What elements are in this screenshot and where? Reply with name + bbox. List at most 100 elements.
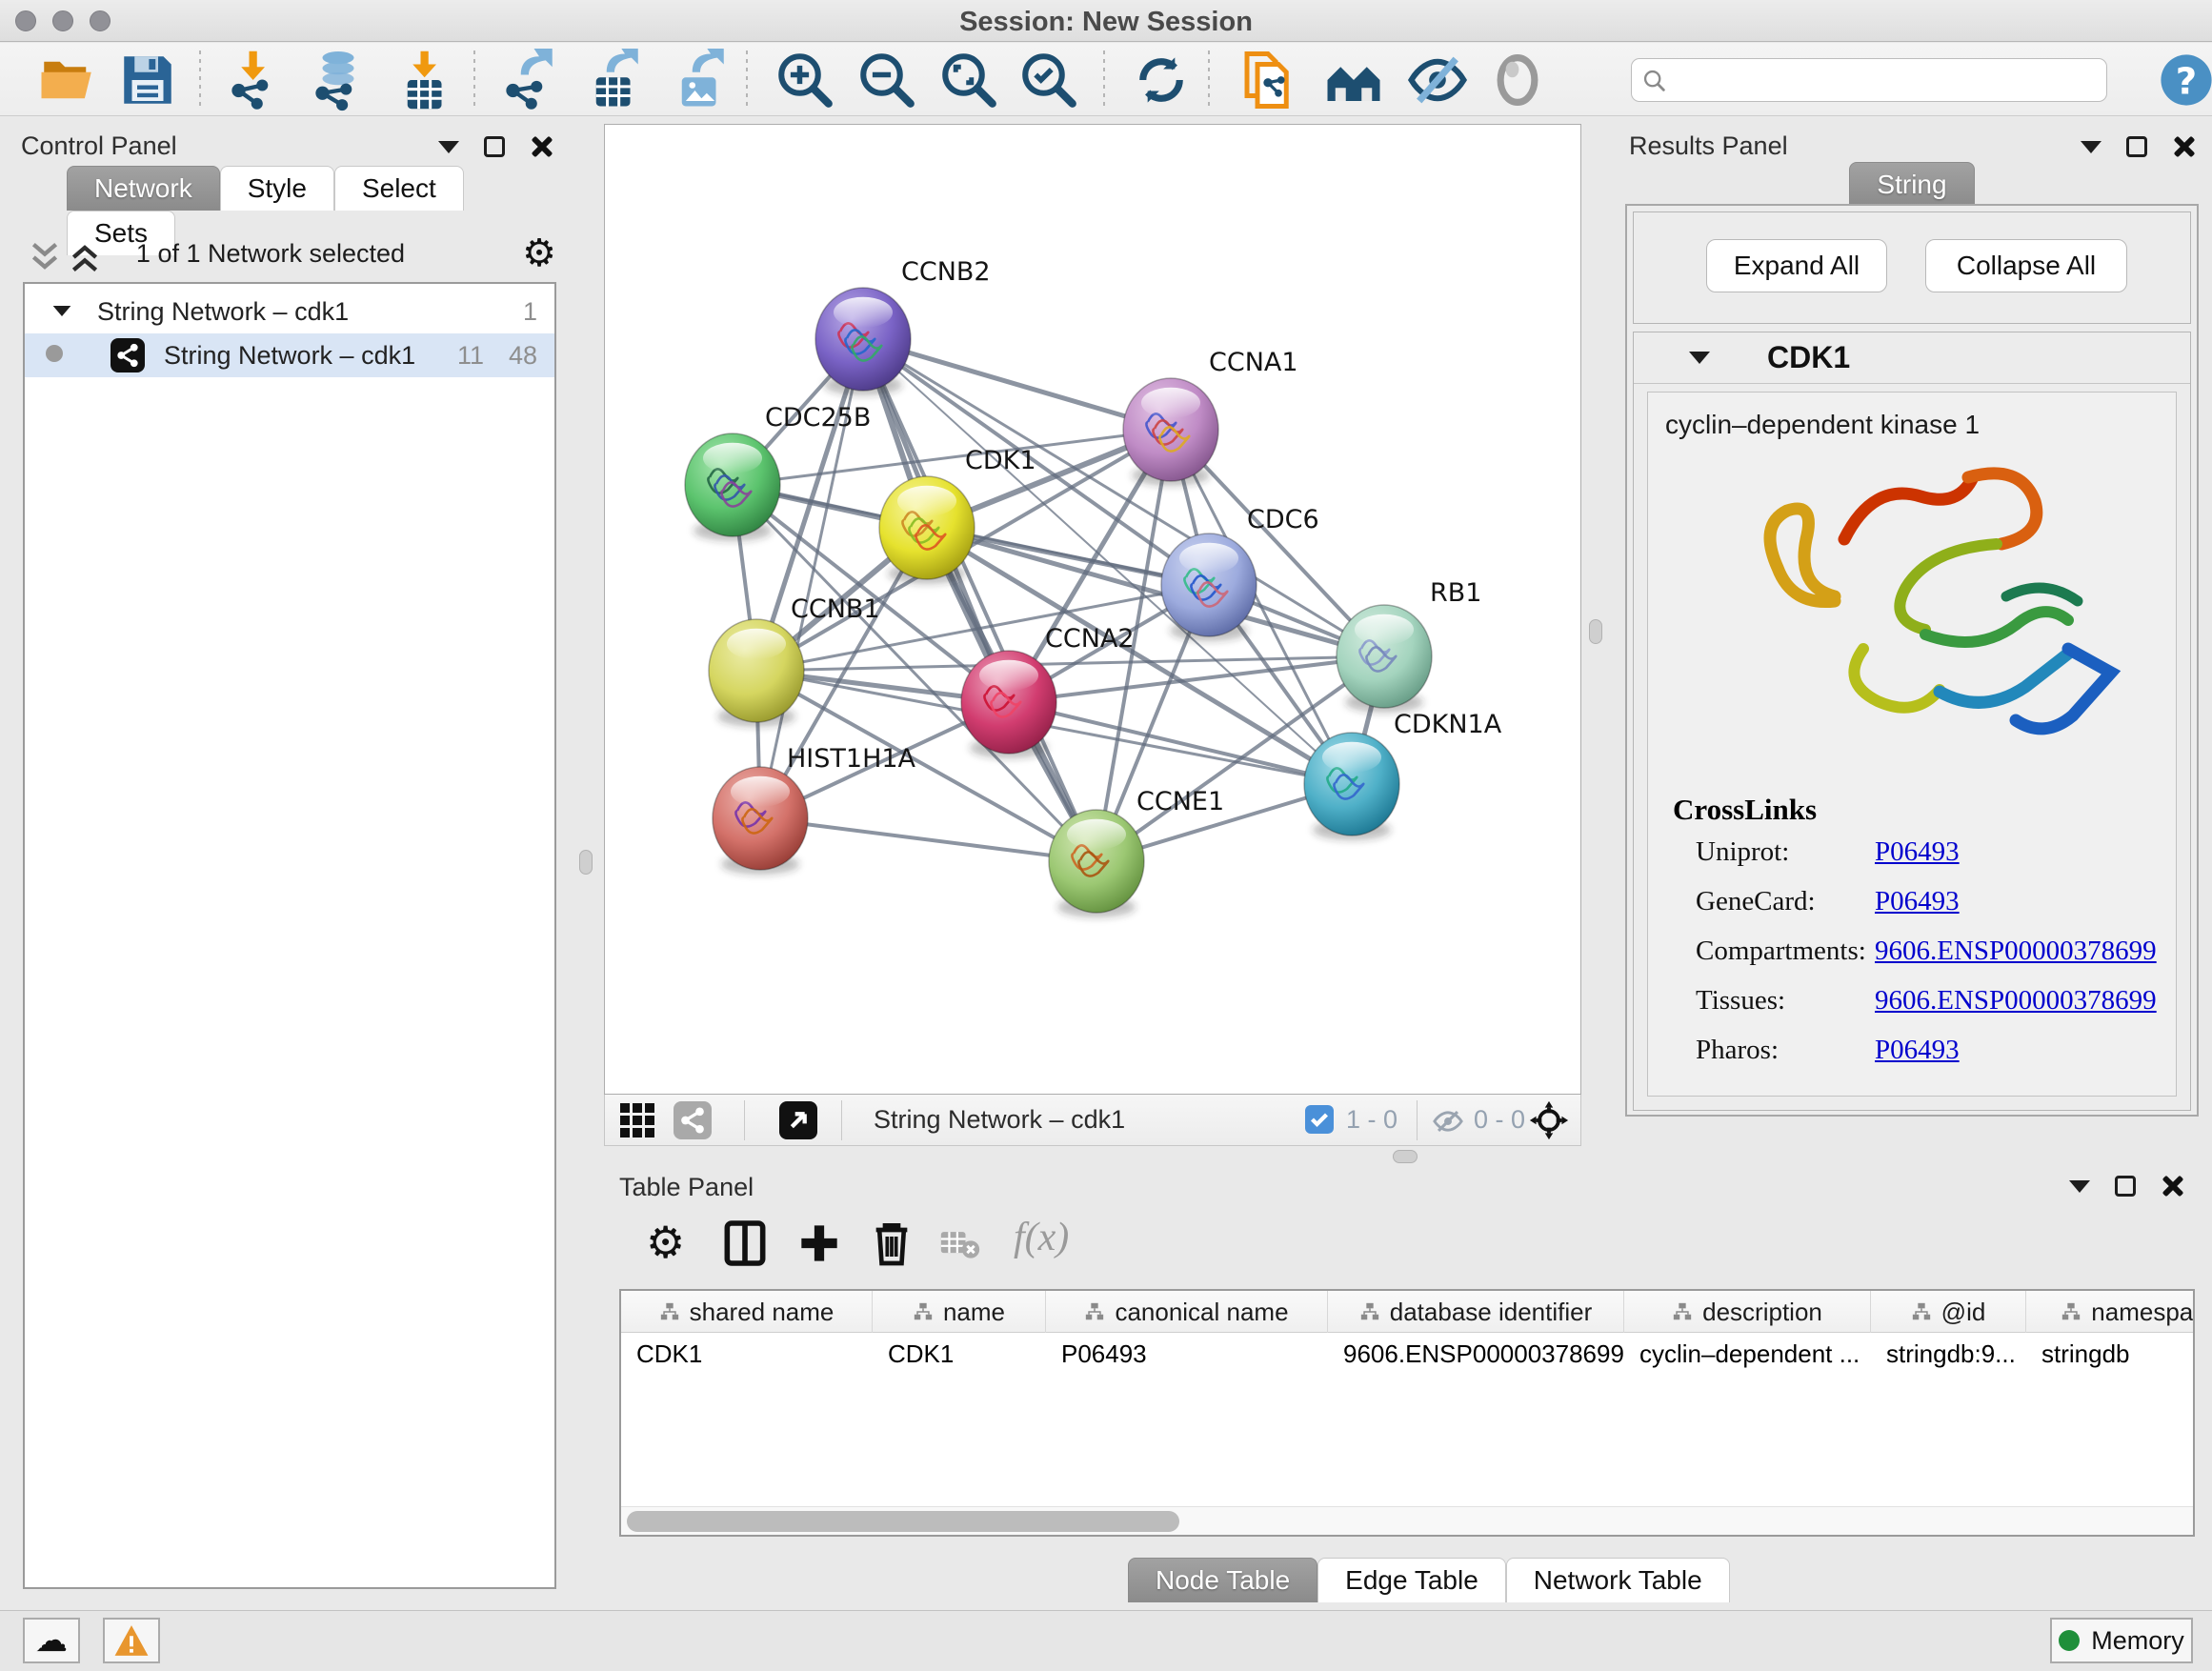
selected-checkbox-icon[interactable]: [1305, 1105, 1334, 1134]
delete-column-icon[interactable]: [865, 1217, 918, 1270]
tab-string[interactable]: String: [1849, 162, 1974, 207]
network-collection-row[interactable]: String Network – cdk1 1: [25, 290, 554, 333]
crosslink-label: Tissues:: [1696, 985, 1785, 1017]
cell[interactable]: CDK1: [621, 1333, 873, 1375]
search-icon: [1641, 68, 1668, 94]
save-session-icon[interactable]: [116, 49, 179, 111]
table-h-scrollbar[interactable]: [621, 1506, 2193, 1535]
network-node-CCNA1[interactable]: CCNA1: [1123, 348, 1298, 486]
bottom-splitter-handle[interactable]: [1393, 1150, 1418, 1163]
show-all-icon[interactable]: [1486, 49, 1549, 111]
cell[interactable]: stringdb:9...: [1871, 1333, 2026, 1375]
export-network-icon[interactable]: [497, 49, 560, 111]
column-header-databaseidentifier[interactable]: database identifier: [1328, 1291, 1624, 1333]
tab-edge-table[interactable]: Edge Table: [1317, 1558, 1506, 1602]
import-table-file-icon[interactable]: [394, 49, 457, 111]
zoom-out-icon[interactable]: [855, 49, 918, 111]
svg-text:CDK1: CDK1: [965, 446, 1036, 475]
column-header-canonicalname[interactable]: canonical name: [1046, 1291, 1328, 1333]
cell[interactable]: 9606.ENSP00000378699: [1328, 1333, 1624, 1375]
table-panel-menu-icon[interactable]: [2069, 1180, 2090, 1193]
birdseye-view-icon[interactable]: [779, 1101, 817, 1139]
first-neighbors-icon[interactable]: [1322, 49, 1385, 111]
column-header-namespace[interactable]: namespace: [2026, 1291, 2195, 1333]
cell[interactable]: CDK1: [873, 1333, 1046, 1375]
add-column-icon[interactable]: [793, 1217, 846, 1270]
search-input[interactable]: [1676, 61, 2095, 99]
import-network-file-icon[interactable]: [223, 49, 286, 111]
tab-network[interactable]: Network: [67, 166, 220, 211]
cell[interactable]: cyclin–dependent ...: [1624, 1333, 1871, 1375]
svg-text:CCNE1: CCNE1: [1136, 787, 1224, 816]
control-panel-menu-icon[interactable]: [438, 141, 459, 153]
table-options-gear-icon[interactable]: ⚙: [646, 1220, 685, 1264]
network-node-CCNB1[interactable]: CCNB1: [709, 594, 880, 727]
zoom-in-icon[interactable]: [774, 49, 836, 111]
network-node-CCNE1[interactable]: CCNE1: [1049, 787, 1224, 917]
column-header-id[interactable]: @id: [1871, 1291, 2026, 1333]
table-panel-close-icon[interactable]: [2161, 1175, 2183, 1198]
help-icon[interactable]: ?: [2159, 52, 2212, 115]
window-title: Session: New Session: [0, 7, 2212, 38]
hide-selected-icon[interactable]: [1406, 49, 1469, 111]
view-grid-icon[interactable]: [620, 1103, 654, 1137]
crosslink-value-link[interactable]: P06493: [1875, 836, 1960, 868]
network-node-HIST1H1A[interactable]: HIST1H1A: [713, 744, 916, 875]
column-header-sharedname[interactable]: shared name: [621, 1291, 873, 1333]
export-image-icon[interactable]: [669, 49, 732, 111]
network-node-RB1[interactable]: RB1: [1337, 578, 1481, 713]
network-current-dot: [46, 345, 63, 362]
cell[interactable]: stringdb: [2026, 1333, 2195, 1375]
crosslink-label: GeneCard:: [1696, 886, 1816, 917]
tab-style[interactable]: Style: [220, 166, 334, 211]
collection-expand-icon[interactable]: [53, 306, 71, 316]
table-row[interactable]: CDK1CDK1P064939606.ENSP00000378699cyclin…: [621, 1333, 2195, 1375]
column-header-description[interactable]: description: [1624, 1291, 1871, 1333]
crosslink-value-link[interactable]: P06493: [1875, 886, 1960, 917]
zoom-selected-icon[interactable]: [1017, 49, 1080, 111]
gene-section-header[interactable]: CDK1: [1634, 332, 2190, 384]
cloud-status-button[interactable]: ☁: [23, 1618, 80, 1663]
crosslink-value-link[interactable]: 9606.ENSP00000378699: [1875, 936, 2157, 967]
import-network-database-icon[interactable]: [307, 49, 370, 111]
crosslink-value-link[interactable]: 9606.ENSP00000378699: [1875, 985, 2157, 1017]
scrollbar-thumb[interactable]: [627, 1511, 1179, 1532]
network-edge-count: 48: [509, 341, 537, 371]
results-panel-float-icon[interactable]: [2126, 136, 2147, 157]
collection-label: String Network – cdk1: [97, 297, 349, 327]
network-node-count: 11: [457, 341, 484, 371]
crosslink-value-link[interactable]: P06493: [1875, 1035, 1960, 1066]
view-share-icon[interactable]: [674, 1101, 712, 1139]
column-header-name[interactable]: name: [873, 1291, 1046, 1333]
network-node-CDK1[interactable]: CDK1: [879, 446, 1036, 584]
expand-all-button[interactable]: Expand All: [1706, 239, 1887, 292]
network-node-CDKN1A[interactable]: CDKN1A: [1304, 710, 1502, 840]
control-panel-close-icon[interactable]: [530, 135, 553, 158]
network-view-toolbar: String Network – cdk1 1 - 0 0 - 0: [604, 1095, 1581, 1146]
network-canvas[interactable]: CCNB2CCNA1CDC25BCDK1CDC6RB1CCNB1CCNA2CDK…: [604, 124, 1581, 1095]
network-options-gear-icon[interactable]: ⚙: [522, 234, 556, 272]
open-session-icon[interactable]: [36, 49, 99, 111]
zoom-fit-icon[interactable]: [937, 49, 1000, 111]
tab-network-table[interactable]: Network Table: [1506, 1558, 1730, 1602]
collapse-all-button[interactable]: Collapse All: [1925, 239, 2127, 292]
results-panel-close-icon[interactable]: [2172, 135, 2195, 158]
duplicate-network-icon[interactable]: [1237, 49, 1299, 111]
memory-button[interactable]: Memory: [2050, 1618, 2193, 1663]
tab-node-table[interactable]: Node Table: [1128, 1558, 1317, 1602]
cell[interactable]: P06493: [1046, 1333, 1328, 1375]
export-table-icon[interactable]: [583, 49, 646, 111]
results-panel-menu-icon[interactable]: [2081, 141, 2101, 153]
left-splitter-handle[interactable]: [579, 850, 593, 875]
crosslink-label: Compartments:: [1696, 936, 1866, 967]
control-panel-float-icon[interactable]: [484, 136, 505, 157]
warnings-button[interactable]: [103, 1618, 160, 1663]
refresh-icon[interactable]: [1130, 49, 1193, 111]
tab-select[interactable]: Select: [334, 166, 464, 211]
fit-selected-crosshair-icon[interactable]: [1527, 1098, 1571, 1142]
network-row[interactable]: String Network – cdk1 11 48: [25, 333, 554, 377]
gene-collapse-icon[interactable]: [1689, 352, 1710, 364]
right-splitter-handle[interactable]: [1589, 619, 1602, 644]
show-columns-icon[interactable]: [718, 1217, 772, 1270]
table-panel-float-icon[interactable]: [2115, 1176, 2136, 1197]
